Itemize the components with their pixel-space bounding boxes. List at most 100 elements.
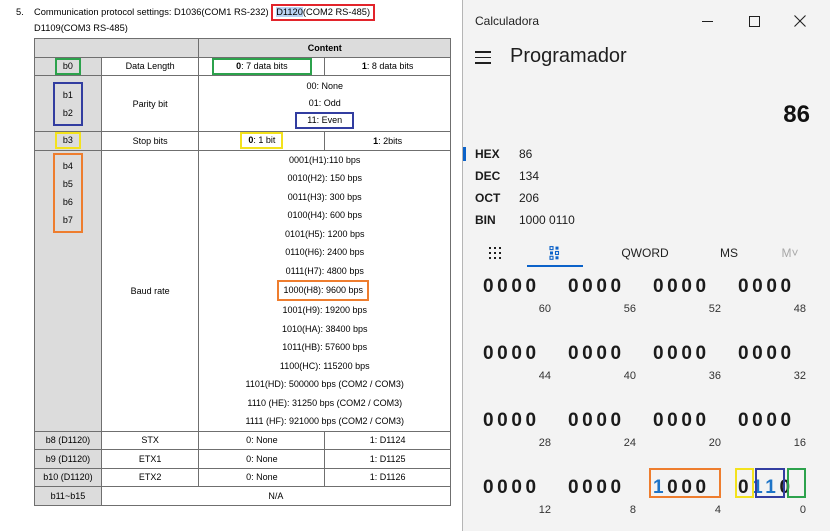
bit-toggle[interactable]: 0 xyxy=(738,343,752,364)
bit-position-label: 12 xyxy=(538,504,551,516)
baud-rate-item: 0110(H6): 2400 bps xyxy=(285,247,365,257)
bit-toggle[interactable]: 0 xyxy=(483,477,497,498)
data-length-label: Data Length xyxy=(100,56,200,76)
full-keypad-tab[interactable] xyxy=(477,238,513,268)
bit-nibble: 0000 xyxy=(738,343,810,365)
bit-toggle[interactable]: 0 xyxy=(497,276,511,297)
reserved-na: N/A xyxy=(100,486,452,506)
baud-rate-item: 1101(HD): 500000 bps (COM2 / COM3) xyxy=(245,379,404,389)
bit-nibble: 0000 xyxy=(568,477,640,499)
bit-nibble: 0000 xyxy=(483,410,555,432)
content-header: Content xyxy=(198,38,451,58)
parity-label: Parity bit xyxy=(100,75,200,132)
bit-toggle[interactable]: 0 xyxy=(568,343,582,364)
b0-highlight: b0 xyxy=(54,57,81,75)
bit-cell-b3: b3 xyxy=(34,131,102,151)
bit-toggle[interactable]: 0 xyxy=(611,276,625,297)
header-empty xyxy=(33,38,200,58)
bit-toggle[interactable]: 0 xyxy=(653,410,667,431)
bit-nibble: 0000 xyxy=(568,276,640,298)
bit-toggle[interactable]: 0 xyxy=(497,343,511,364)
bit-toggle[interactable]: 0 xyxy=(752,276,766,297)
radix-hex[interactable]: HEX 86 xyxy=(463,143,830,165)
etx2-label: ETX2 xyxy=(100,467,200,487)
bit-toggle[interactable]: 0 xyxy=(526,477,540,498)
bit-toggle[interactable]: 0 xyxy=(766,276,780,297)
bit-toggle[interactable]: 0 xyxy=(483,276,497,297)
title-bar[interactable]: Calculadora xyxy=(463,0,830,40)
bit-toggle[interactable]: 0 xyxy=(611,410,625,431)
bit-toggle[interactable]: 0 xyxy=(596,410,610,431)
bit-toggle[interactable]: 0 xyxy=(497,477,511,498)
bit-toggle[interactable]: 0 xyxy=(497,410,511,431)
bit-toggle[interactable]: 0 xyxy=(681,410,695,431)
close-button[interactable] xyxy=(780,8,820,34)
bit-toggle[interactable]: 0 xyxy=(568,477,582,498)
bit-cell-b9: b9 (D1120) xyxy=(34,449,102,469)
baud-rate-item: 1111 (HF): 921000 bps (COM2 / COM3) xyxy=(245,416,404,426)
bit-toggle[interactable]: 0 xyxy=(653,276,667,297)
calculator-window: Calculadora Programador 86 HEX 86 DEC 13… xyxy=(462,0,830,531)
bit-toggle[interactable]: 0 xyxy=(596,343,610,364)
bit-position-label: 8 xyxy=(629,504,636,516)
bit-toggle[interactable]: 0 xyxy=(526,343,540,364)
bit-toggle[interactable]: 0 xyxy=(483,343,497,364)
bit-nibble: 0000 xyxy=(483,343,555,365)
memory-store-button[interactable]: MS xyxy=(711,238,747,268)
memory-recall-button[interactable]: M˅ xyxy=(775,238,805,268)
radix-dec[interactable]: DEC 134 xyxy=(463,165,830,187)
bit-toggle[interactable]: 0 xyxy=(781,276,795,297)
radix-oct[interactable]: OCT 206 xyxy=(463,187,830,209)
bit-toggle[interactable]: 0 xyxy=(752,343,766,364)
bit-toggle[interactable]: 0 xyxy=(696,410,710,431)
bit-toggle[interactable]: 0 xyxy=(526,276,540,297)
parity-options: 00: None 01: Odd 11: Even xyxy=(198,75,451,132)
bit-toggle[interactable]: 0 xyxy=(582,410,596,431)
bit-toggle[interactable]: 0 xyxy=(667,343,681,364)
word-size-button[interactable]: QWORD xyxy=(611,238,679,268)
intro-prefix: Communication protocol settings: D1036(C… xyxy=(34,7,269,17)
baud-rate-item: 0011(H3): 300 bps xyxy=(287,191,362,202)
stx-option-1: 1: D1124 xyxy=(324,430,451,450)
bit-nibble: 0000 xyxy=(483,276,555,298)
bit-toggle[interactable]: 0 xyxy=(696,343,710,364)
bit-toggle[interactable]: 0 xyxy=(511,276,525,297)
bit-toggle[interactable]: 0 xyxy=(568,410,582,431)
bit-toggle[interactable]: 0 xyxy=(752,410,766,431)
bit-toggle[interactable]: 0 xyxy=(568,276,582,297)
menu-hamburger-icon[interactable] xyxy=(475,51,491,65)
bit-toggle[interactable]: 0 xyxy=(526,410,540,431)
bit-toggle[interactable]: 0 xyxy=(667,410,681,431)
bit-toggle[interactable]: 0 xyxy=(667,276,681,297)
bit-toggle-tab[interactable] xyxy=(527,238,583,268)
bit-toggle[interactable]: 0 xyxy=(511,477,525,498)
bit-toggle[interactable]: 0 xyxy=(681,343,695,364)
bit-toggle[interactable]: 0 xyxy=(596,276,610,297)
bit-toggle[interactable]: 0 xyxy=(653,343,667,364)
maximize-button[interactable] xyxy=(734,8,774,34)
bit-toggle[interactable]: 0 xyxy=(511,343,525,364)
bit-position-label: 24 xyxy=(623,437,636,449)
bit-toggle[interactable]: 0 xyxy=(738,276,752,297)
bit-position-label: 4 xyxy=(714,504,721,516)
bit-toggle[interactable]: 0 xyxy=(696,276,710,297)
bit-toggle[interactable]: 0 xyxy=(781,410,795,431)
bit-toggle[interactable]: 0 xyxy=(766,343,780,364)
bit-toggle[interactable]: 0 xyxy=(781,343,795,364)
bit-toggle[interactable]: 0 xyxy=(483,410,497,431)
bit-toggle[interactable]: 0 xyxy=(596,477,610,498)
bit-toggle[interactable]: 0 xyxy=(582,477,596,498)
minimize-button[interactable] xyxy=(687,8,727,34)
baud-rate-item: 0001(H1):110 bps xyxy=(289,154,361,165)
bit-toggle[interactable]: 0 xyxy=(611,477,625,498)
bit-position-label: 20 xyxy=(708,437,721,449)
bit-toggle-icon xyxy=(549,246,560,260)
bit-toggle[interactable]: 0 xyxy=(511,410,525,431)
bit-toggle[interactable]: 0 xyxy=(681,276,695,297)
bit-toggle[interactable]: 0 xyxy=(582,343,596,364)
bit-toggle[interactable]: 0 xyxy=(582,276,596,297)
bit-toggle[interactable]: 0 xyxy=(611,343,625,364)
bit-toggle[interactable]: 0 xyxy=(738,410,752,431)
radix-bin[interactable]: BIN 1000 0110 xyxy=(463,209,830,231)
bit-toggle[interactable]: 0 xyxy=(766,410,780,431)
